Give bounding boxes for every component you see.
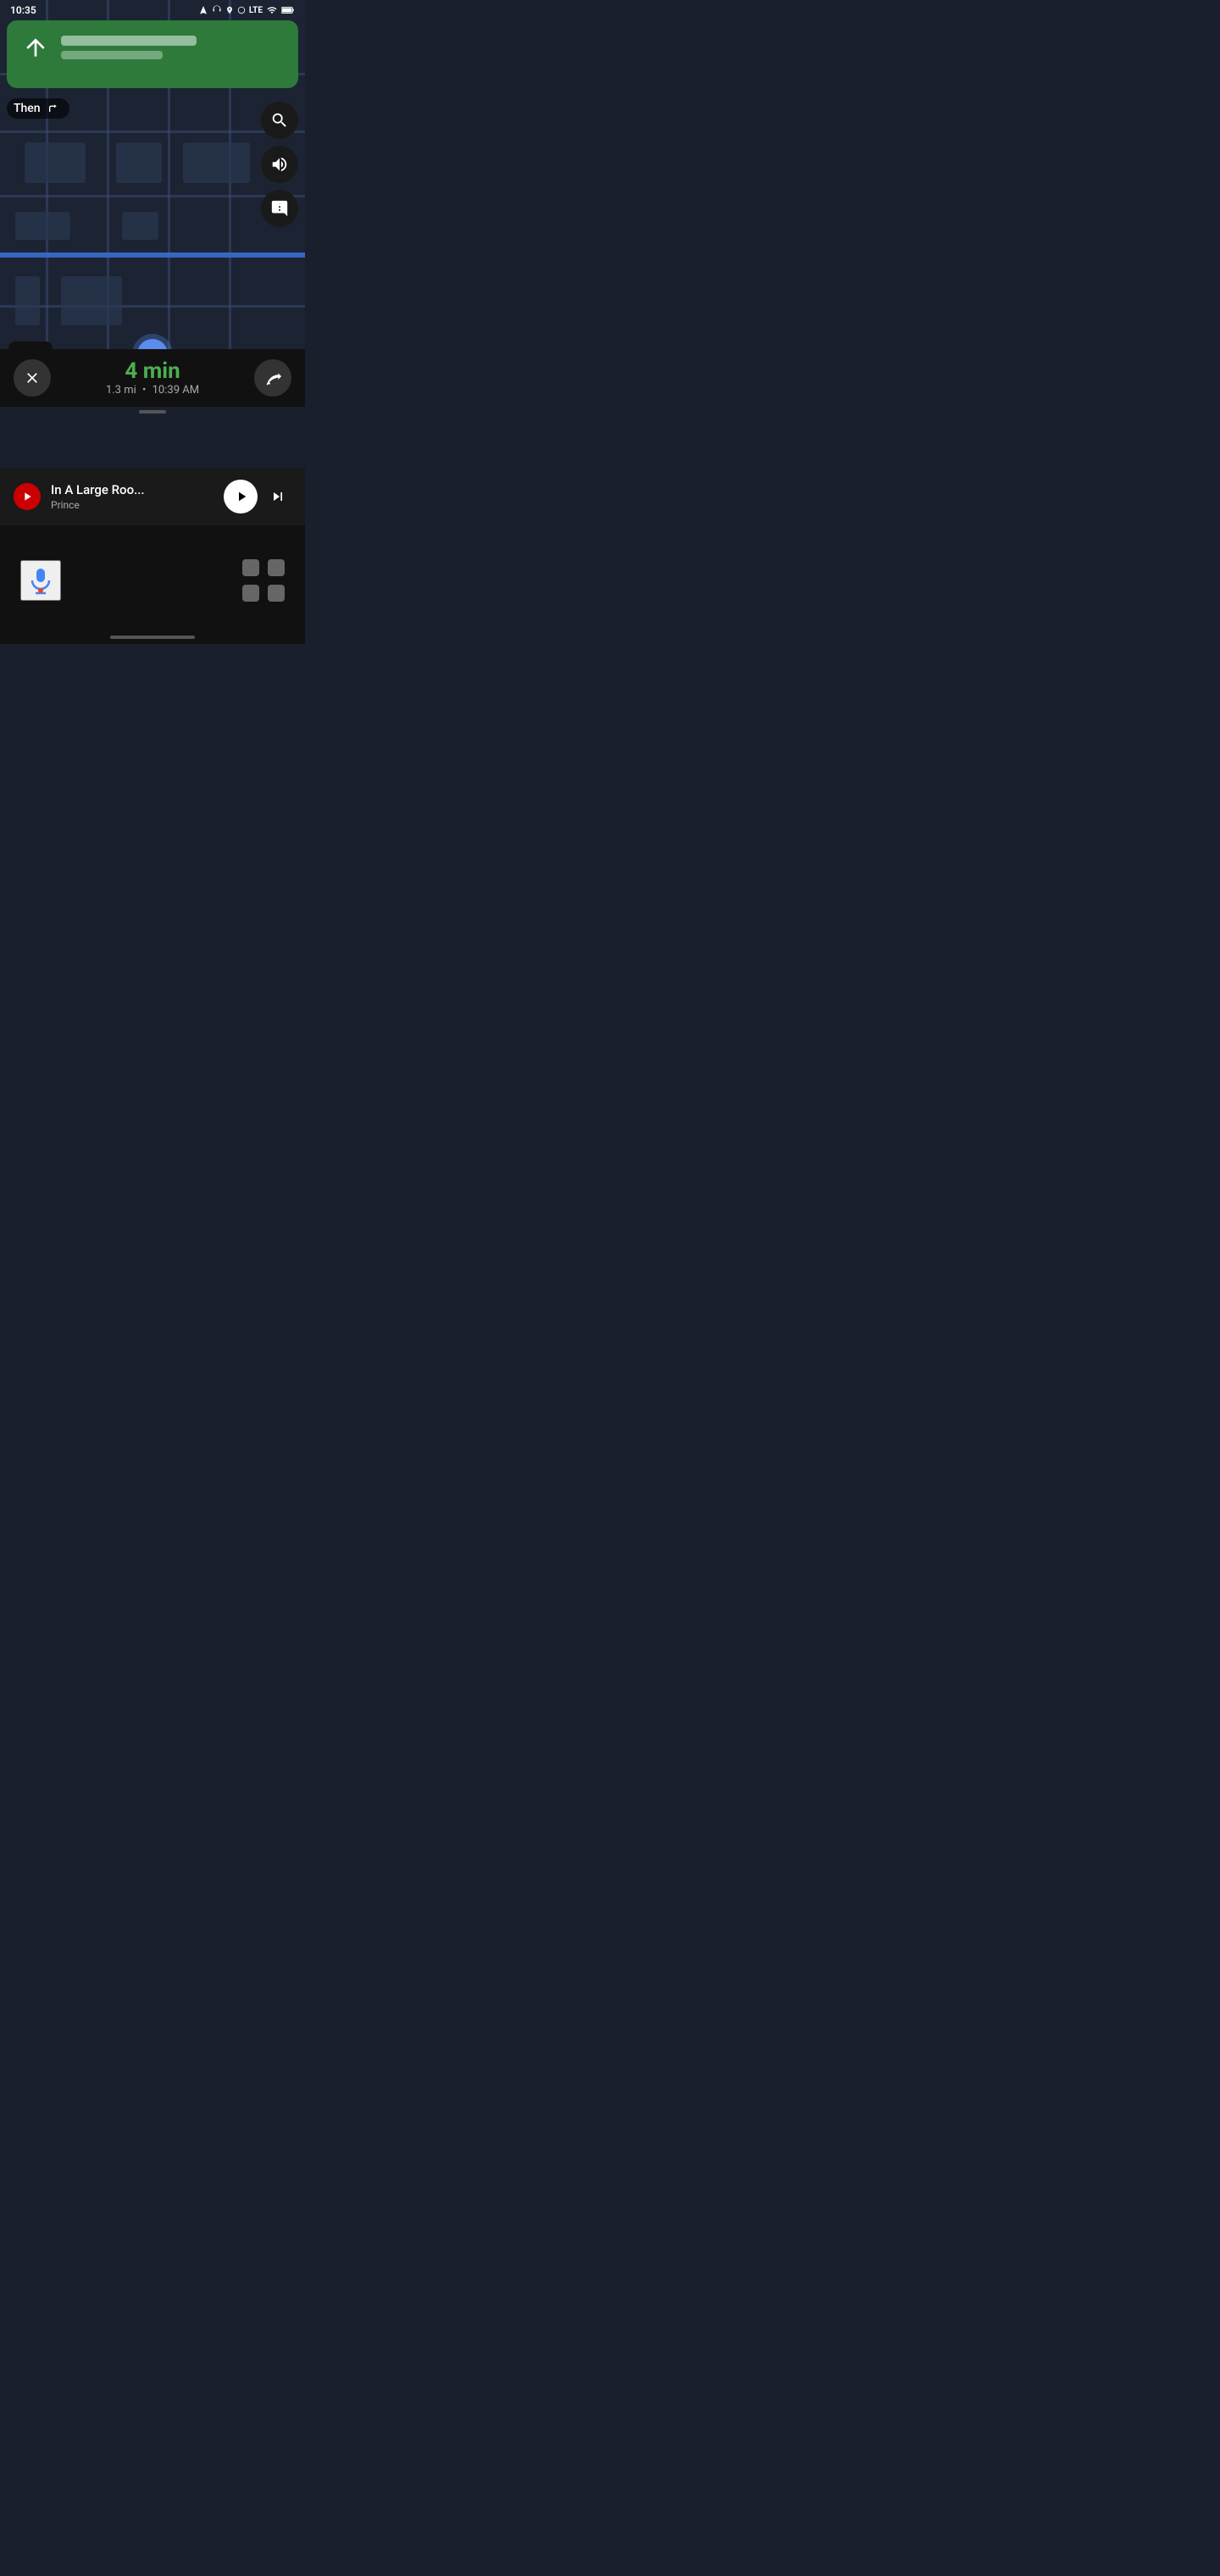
volume-icon bbox=[270, 155, 289, 174]
media-artist: Prince bbox=[51, 499, 214, 511]
alternate-routes-button[interactable] bbox=[254, 359, 291, 397]
home-bar bbox=[110, 636, 195, 639]
app-dot-3 bbox=[242, 585, 259, 602]
app-dot-1 bbox=[242, 559, 259, 576]
no-sim-icon bbox=[237, 5, 246, 15]
close-navigation-button[interactable] bbox=[14, 359, 51, 397]
close-icon bbox=[24, 369, 41, 386]
add-comment-icon bbox=[270, 199, 289, 218]
status-icons: LTE bbox=[198, 5, 295, 15]
youtube-music-icon bbox=[14, 483, 41, 510]
bottom-nav bbox=[0, 525, 305, 644]
play-button-icon bbox=[234, 489, 249, 504]
media-info: In A Large Roo... Prince bbox=[51, 482, 214, 511]
skip-next-icon bbox=[269, 488, 286, 505]
eta-time: 4 min bbox=[106, 360, 199, 382]
nav-arrival: 10:39 AM bbox=[152, 384, 199, 397]
headset-icon bbox=[212, 5, 222, 15]
then-label: Then bbox=[14, 102, 41, 115]
signal-icon bbox=[266, 5, 278, 15]
app-dot-4 bbox=[268, 585, 285, 602]
drag-handle[interactable] bbox=[139, 410, 166, 414]
routes-icon bbox=[263, 369, 282, 387]
search-icon bbox=[270, 111, 289, 130]
eta-group: 4 min 1.3 mi • 10:39 AM bbox=[106, 360, 199, 397]
nav-separator: • bbox=[142, 384, 146, 397]
microphone-icon bbox=[25, 565, 56, 596]
nav-street-info bbox=[61, 36, 285, 59]
media-controls bbox=[224, 480, 291, 514]
straight-arrow-svg bbox=[22, 34, 49, 61]
nav-instruction-banner[interactable] bbox=[7, 20, 298, 88]
add-report-button[interactable] bbox=[261, 190, 298, 227]
nav-street-primary bbox=[61, 36, 197, 46]
play-button[interactable] bbox=[224, 480, 258, 514]
search-button[interactable] bbox=[261, 102, 298, 139]
status-bar: 10:35 LTE bbox=[0, 0, 305, 20]
lte-label: LTE bbox=[249, 6, 263, 15]
location-icon bbox=[225, 5, 234, 15]
app-grid[interactable] bbox=[242, 559, 285, 602]
next-track-button[interactable] bbox=[264, 483, 291, 510]
nav-details: 1.3 mi • 10:39 AM bbox=[106, 384, 199, 397]
app-dot-2 bbox=[268, 559, 285, 576]
nav-bottom-bar: 4 min 1.3 mi • 10:39 AM bbox=[0, 349, 305, 407]
status-time: 10:35 bbox=[10, 4, 36, 16]
battery-icon bbox=[281, 6, 295, 14]
map-controls bbox=[261, 102, 298, 227]
play-icon bbox=[20, 490, 34, 503]
then-turn-right-icon bbox=[46, 102, 59, 115]
direction-arrow-icon bbox=[20, 32, 51, 63]
media-player: In A Large Roo... Prince bbox=[0, 468, 305, 525]
nav-distance: 1.3 mi bbox=[106, 384, 136, 397]
then-instruction: Then bbox=[7, 98, 69, 119]
voice-button[interactable] bbox=[20, 560, 61, 601]
media-title: In A Large Roo... bbox=[51, 482, 214, 497]
volume-button[interactable] bbox=[261, 146, 298, 183]
nav-street-secondary bbox=[61, 51, 163, 59]
navigation-icon bbox=[198, 5, 208, 15]
